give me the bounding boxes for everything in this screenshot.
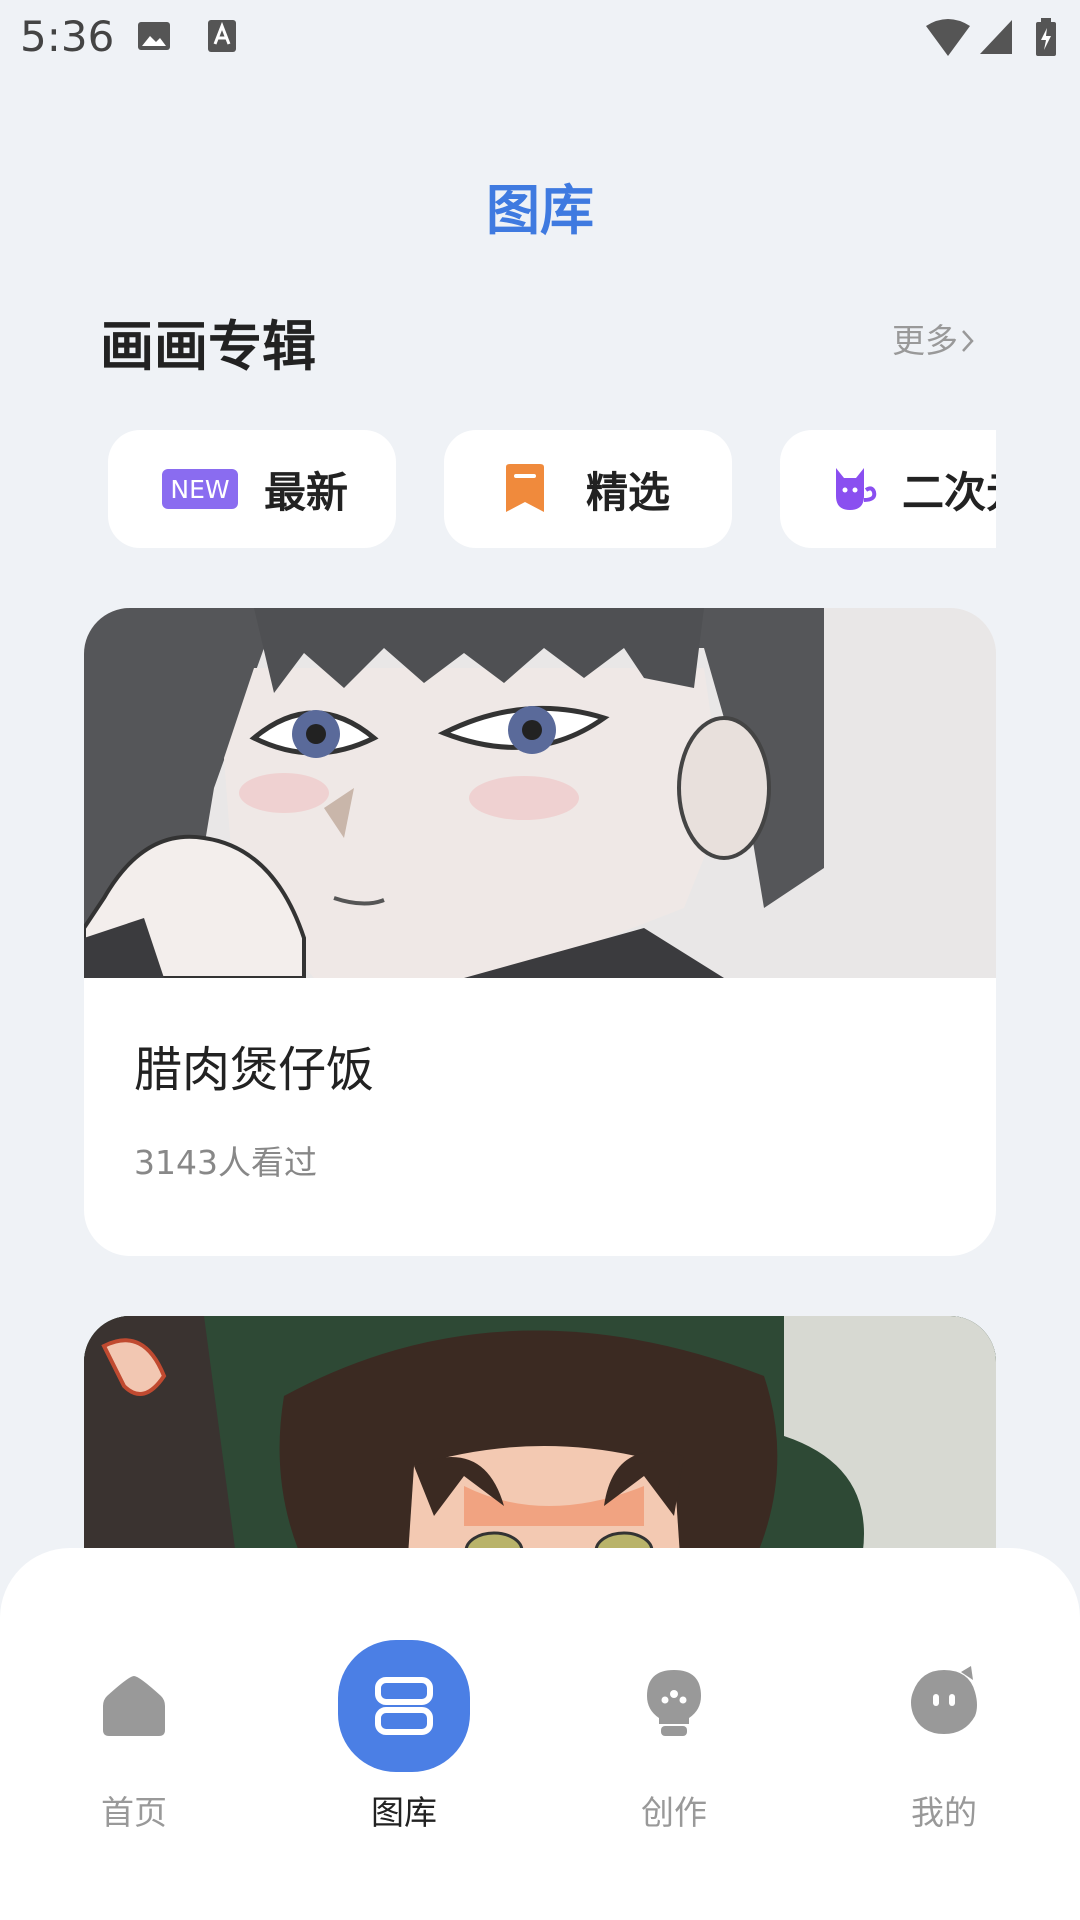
status-time: 5:36	[20, 12, 115, 61]
gallery-icon	[375, 1677, 433, 1735]
nav-item-gallery[interactable]: 图库	[304, 1548, 504, 1848]
nav-label: 首页	[101, 1793, 167, 1832]
category-chip-anime[interactable]: 二次元	[780, 430, 996, 548]
new-badge-icon: NEW	[162, 469, 238, 509]
nav-label: 图库	[371, 1793, 437, 1832]
more-label: 更多	[892, 321, 958, 360]
text-notification-icon	[208, 20, 236, 52]
nav-item-profile[interactable]: 我的	[844, 1548, 1044, 1848]
chevron-right-icon	[962, 330, 974, 352]
nav-item-home[interactable]: 首页	[34, 1548, 234, 1848]
active-tab-indicator	[338, 1640, 470, 1772]
category-label: 二次元	[902, 467, 996, 517]
cat-icon	[836, 468, 877, 510]
album-cover-image	[84, 608, 996, 978]
bookmark-icon	[506, 464, 544, 512]
section-title: 画画专辑	[100, 315, 316, 378]
home-icon	[103, 1676, 165, 1736]
bottom-nav: 首页 图库 创作 我的	[0, 1548, 1080, 1920]
wifi-icon	[926, 19, 970, 56]
image-notification-icon	[138, 22, 170, 50]
nav-label: 我的	[911, 1793, 977, 1832]
cell-signal-icon	[980, 20, 1012, 54]
nav-label: 创作	[641, 1793, 707, 1832]
more-link[interactable]: 更多	[892, 314, 976, 362]
category-chip-featured[interactable]: 精选	[444, 430, 732, 548]
bulb-icon	[647, 1670, 701, 1736]
category-label: 最新	[264, 467, 349, 517]
category-chip-latest[interactable]: NEW 最新	[108, 430, 396, 548]
album-card[interactable]: 腊肉煲仔饭 3143人看过	[84, 608, 996, 1256]
anime-girl-illustration	[84, 608, 996, 978]
battery-charging-icon	[1036, 18, 1056, 56]
page-title: 图库	[486, 179, 594, 242]
gallery-screen: 5:36 图库 画画专辑 更多 NEW 最新 精选 二次 腊肉煲仔饭 3143人…	[0, 0, 1080, 1920]
status-bar: 5:36	[0, 0, 1080, 74]
album-title: 腊肉煲仔饭	[134, 1042, 375, 1098]
album-view-count: 3143人看过	[134, 1143, 317, 1182]
nav-item-create[interactable]: 创作	[574, 1548, 774, 1848]
category-row: NEW 最新 精选 二次元	[108, 430, 996, 548]
category-label: 精选	[586, 467, 671, 517]
profile-face-icon	[911, 1666, 977, 1734]
